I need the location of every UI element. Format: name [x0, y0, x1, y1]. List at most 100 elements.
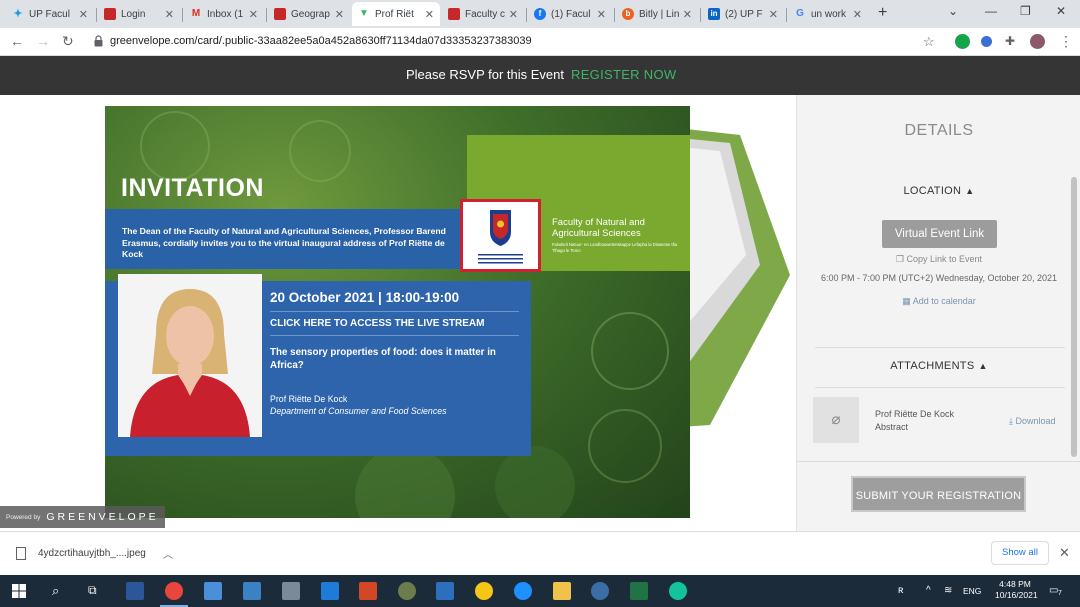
attachment-name: Prof Riëtte De Kock Abstract [875, 409, 955, 432]
extensions-puzzle-icon[interactable]: ✚ [1005, 34, 1015, 48]
tab-prof-riette-active[interactable]: ▼ Prof Riët ✕ [352, 2, 440, 26]
live-stream-link[interactable]: CLICK HERE TO ACCESS THE LIVE STREAM [270, 318, 484, 329]
close-tab-icon[interactable]: ✕ [425, 8, 434, 21]
close-tab-icon[interactable]: ✕ [249, 8, 258, 21]
details-heading: DETAILS [904, 122, 974, 139]
close-tab-icon[interactable]: ✕ [335, 8, 344, 21]
tab-bitly[interactable]: b Bitly | Lin ✕ [616, 2, 698, 26]
close-download-bar-icon[interactable]: ✕ [1059, 545, 1070, 561]
chrome-icon[interactable] [165, 582, 183, 600]
chevron-up-icon: ▲ [978, 361, 988, 371]
tab-search-chevron-icon[interactable]: ⌄ [948, 4, 958, 18]
profile-avatar-icon[interactable] [1030, 34, 1045, 49]
close-window-icon[interactable]: ✕ [1056, 4, 1066, 18]
tab-facebook-faculty[interactable]: f (1) Facul ✕ [528, 2, 612, 26]
speaker-portrait [118, 274, 262, 437]
tray-chevron-icon[interactable]: ^ [926, 585, 931, 596]
forward-arrow-icon[interactable]: → [36, 33, 50, 49]
notes-icon[interactable] [436, 582, 454, 600]
windows-start-icon[interactable] [12, 584, 26, 598]
word-icon[interactable] [126, 582, 144, 600]
windows-taskbar: ⌕ ⧉ ʀ ^ ≋ ENG 4:48 PM 10/16/2021 ▭ 7 [0, 575, 1080, 607]
google-icon: G [796, 8, 804, 19]
media-player-icon[interactable] [243, 582, 261, 600]
location-section-toggle[interactable]: LOCATION ▲ [797, 185, 1080, 197]
copy-link-label: Copy Link to Event [906, 254, 983, 264]
extension-blue-icon[interactable] [981, 36, 992, 47]
tab-linkedin[interactable]: in (2) UP F ✕ [702, 2, 784, 26]
speaker-name: Prof Riëtte De Kock [270, 394, 348, 404]
bitly-icon: b [622, 8, 634, 20]
powered-by-badge[interactable]: Powered by GREENVELOPE [0, 506, 165, 528]
download-icon: ⤓ [1009, 416, 1013, 426]
search-icon[interactable]: ⌕ [52, 583, 59, 599]
tab-google-search[interactable]: G un work ✕ [788, 2, 868, 26]
wifi-icon[interactable]: ≋ [944, 585, 952, 596]
close-tab-icon[interactable]: ✕ [597, 8, 606, 21]
divider [270, 311, 519, 312]
new-tab-button[interactable]: + [878, 4, 887, 22]
rsvp-prompt: Please RSVP for this Event [406, 67, 565, 82]
file-icon [16, 547, 26, 560]
location-heading: LOCATION [903, 185, 962, 197]
attachments-section-toggle[interactable]: ATTACHMENTS ▲ [797, 360, 1080, 372]
notification-count: 7 [1058, 590, 1062, 597]
submit-registration-button[interactable]: SUBMIT YOUR REGISTRATION [851, 476, 1026, 512]
tab-login[interactable]: Login ✕ [98, 2, 180, 26]
close-tab-icon[interactable]: ✕ [683, 8, 692, 21]
browser-menu-icon[interactable]: ⋮ [1059, 33, 1073, 50]
add-to-calendar-link[interactable]: ▦ Add to calendar [797, 296, 1080, 307]
lock-icon[interactable] [94, 35, 103, 47]
app-icon[interactable] [398, 582, 416, 600]
calculator-icon[interactable] [282, 582, 300, 600]
tab-geography[interactable]: Geograp ✕ [268, 2, 350, 26]
back-arrow-icon[interactable]: ← [10, 33, 24, 49]
close-tab-icon[interactable]: ✕ [769, 8, 778, 21]
close-tab-icon[interactable]: ✕ [79, 8, 88, 21]
file-explorer-icon[interactable] [553, 582, 571, 600]
people-icon[interactable]: ʀ [898, 585, 903, 596]
browser-tab-strip: ✦ UP Facul ✕ Login ✕ M Inbox (1 ✕ Geogra… [0, 0, 1080, 28]
show-all-downloads-button[interactable]: Show all [991, 541, 1049, 565]
tab-faculty[interactable]: Faculty c ✕ [442, 2, 524, 26]
reload-icon[interactable]: ↻ [62, 33, 74, 50]
close-tab-icon[interactable]: ✕ [853, 8, 862, 21]
details-scrollbar[interactable] [1071, 177, 1077, 457]
task-view-icon[interactable]: ⧉ [88, 583, 97, 598]
linkedin-icon: in [708, 8, 720, 20]
download-label: Download [1015, 416, 1056, 426]
maps-icon[interactable] [591, 582, 609, 600]
copy-link-button[interactable]: ❐ Copy Link to Event [797, 254, 1080, 265]
extension-green-icon[interactable] [955, 34, 970, 49]
register-now-link[interactable]: REGISTER NOW [571, 67, 676, 82]
facebook-icon: f [534, 8, 546, 20]
edge-icon[interactable] [514, 582, 532, 600]
bookmark-star-icon[interactable]: ☆ [923, 34, 935, 50]
mail-icon[interactable] [321, 582, 339, 600]
tab-up-faculty-twitter[interactable]: ✦ UP Facul ✕ [6, 2, 94, 26]
game-icon[interactable] [475, 582, 493, 600]
chevron-up-icon[interactable]: ︿ [163, 546, 173, 561]
close-tab-icon[interactable]: ✕ [509, 8, 518, 21]
virtual-event-link-button[interactable]: Virtual Event Link [882, 220, 997, 248]
clock-date: 10/16/2021 [995, 590, 1038, 600]
close-tab-icon[interactable]: ✕ [165, 8, 174, 21]
speaker-photo [118, 274, 262, 437]
excel-icon[interactable] [630, 582, 648, 600]
language-indicator[interactable]: ENG [963, 586, 981, 596]
powerpoint-icon[interactable] [359, 582, 377, 600]
event-time: 6:00 PM - 7:00 PM (UTC+2) Wednesday, Oct… [820, 273, 1058, 283]
clock[interactable]: 4:48 PM 10/16/2021 [995, 579, 1038, 601]
grammarly-icon[interactable] [669, 582, 687, 600]
tab-inbox[interactable]: M Inbox (1 ✕ [184, 2, 264, 26]
downloaded-file-name[interactable]: 4ydzcrtihauyjtbh_....jpeg [38, 548, 146, 559]
store-icon[interactable] [204, 582, 222, 600]
minimize-icon[interactable]: — [985, 4, 997, 18]
divider [797, 461, 1080, 462]
restore-icon[interactable]: ❐ [1020, 4, 1031, 18]
speaker-department: Department of Consumer and Food Sciences [270, 406, 447, 416]
invitation-intro-text: The Dean of the Faculty of Natural and A… [122, 226, 446, 259]
attachments-heading: ATTACHMENTS [890, 360, 975, 372]
download-attachment-link[interactable]: ⤓ Download [1009, 416, 1056, 427]
address-bar-url[interactable]: greenvelope.com/card/.public-33aa82ee5a0… [110, 35, 532, 47]
